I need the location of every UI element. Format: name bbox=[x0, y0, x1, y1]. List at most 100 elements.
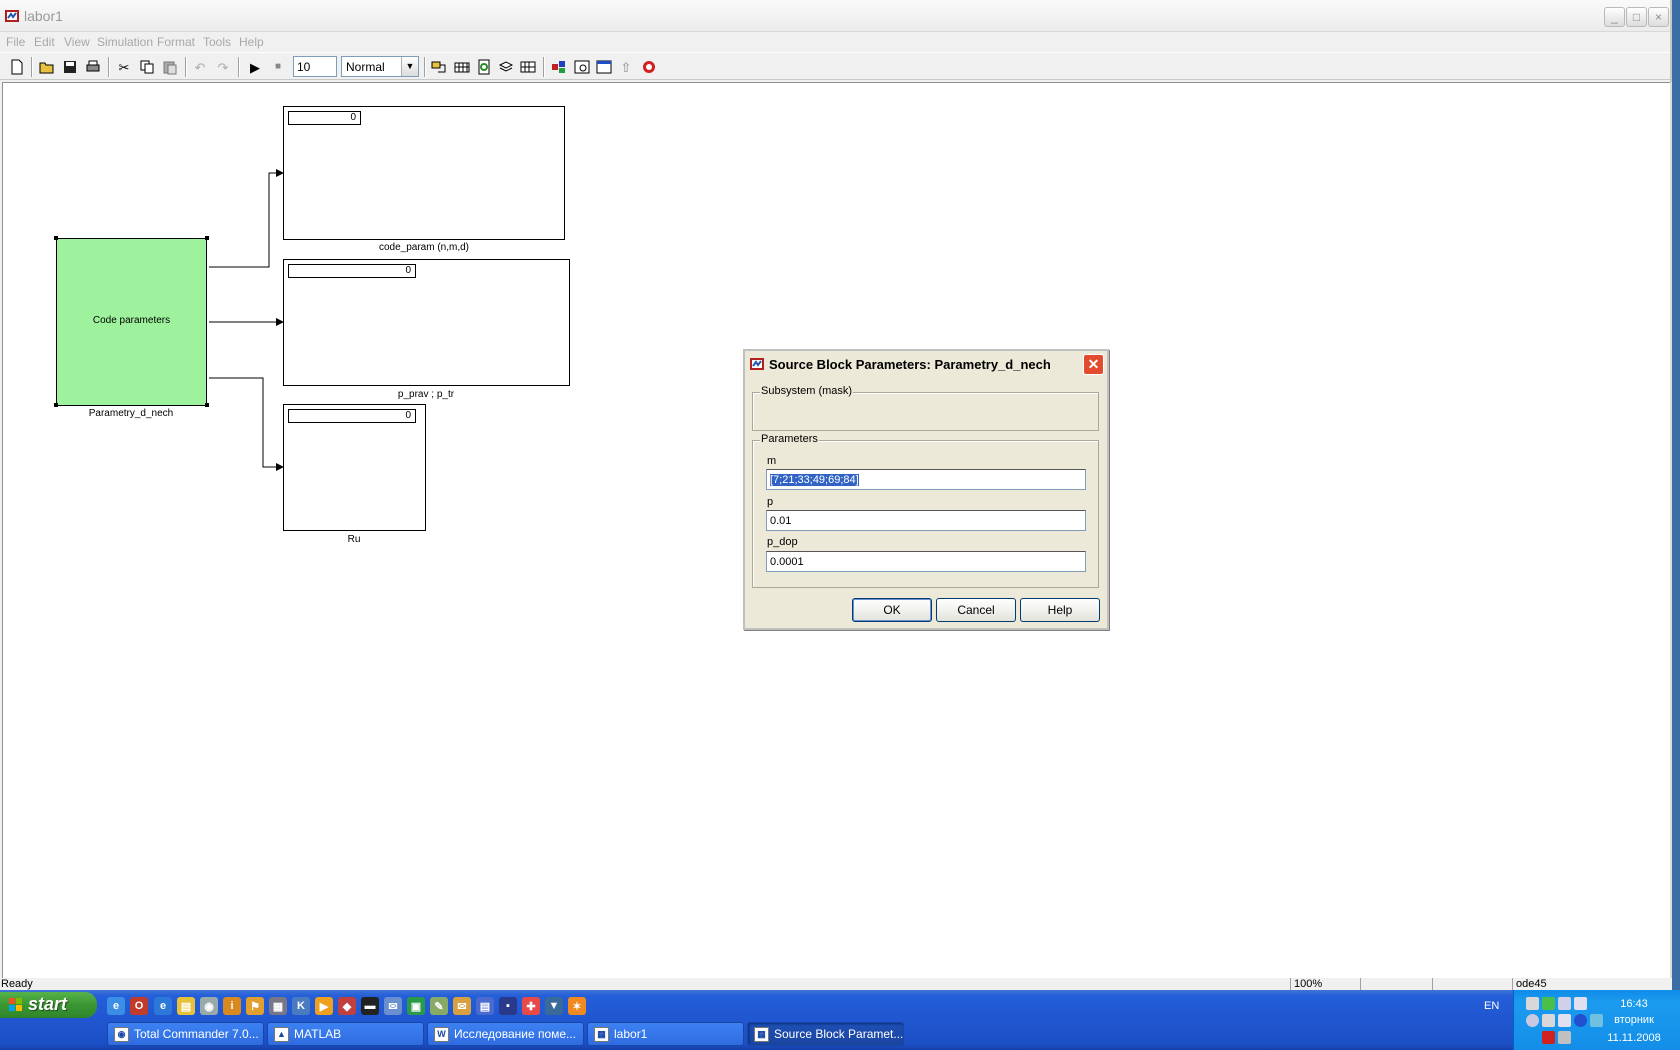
quicklaunch-app-icon[interactable]: ✉ bbox=[384, 997, 402, 1015]
update-diagram-icon[interactable] bbox=[429, 57, 449, 77]
task-matlab[interactable]: ▲ MATLAB bbox=[267, 1022, 424, 1046]
quicklaunch-browser-icon[interactable]: e bbox=[107, 997, 125, 1015]
display-label[interactable]: code_param (n,m,d) bbox=[379, 242, 469, 253]
quicklaunch-app-icon[interactable]: K bbox=[292, 997, 310, 1015]
task-total-commander[interactable]: ◉ Total Commander 7.0... bbox=[107, 1022, 264, 1046]
explorer-icon[interactable] bbox=[594, 57, 614, 77]
menu-edit[interactable]: Edit bbox=[34, 35, 55, 49]
quicklaunch-save-icon[interactable]: ▪ bbox=[499, 997, 517, 1015]
tray-network-icon[interactable] bbox=[1574, 997, 1587, 1010]
paste-icon[interactable] bbox=[160, 57, 180, 77]
tray-network-icon[interactable] bbox=[1558, 997, 1571, 1010]
display-label[interactable]: p_prav ; p_tr bbox=[398, 389, 454, 400]
copy-icon[interactable] bbox=[137, 57, 157, 77]
quicklaunch-app-icon[interactable]: ◆ bbox=[338, 997, 356, 1015]
close-button[interactable]: × bbox=[1648, 7, 1669, 27]
new-model-icon[interactable] bbox=[7, 57, 27, 77]
quicklaunch-app-icon[interactable]: ✶ bbox=[568, 997, 586, 1015]
quicklaunch-info-icon[interactable]: i bbox=[223, 997, 241, 1015]
quicklaunch-app-icon[interactable]: ▼ bbox=[545, 997, 563, 1015]
antivirus-icon[interactable] bbox=[1542, 1031, 1555, 1044]
minimize-button[interactable]: _ bbox=[1604, 7, 1625, 27]
tray-app-icon[interactable] bbox=[1558, 1031, 1571, 1044]
display-value: 0 bbox=[288, 409, 416, 423]
task-label: Total Commander 7.0... bbox=[134, 1027, 259, 1041]
model-browser-icon[interactable] bbox=[572, 57, 592, 77]
tray-network-icon[interactable] bbox=[1558, 1014, 1571, 1027]
library-browser-icon[interactable] bbox=[549, 57, 569, 77]
start-simulation-icon[interactable]: ▶ bbox=[245, 57, 265, 77]
quicklaunch-app-icon[interactable]: ▤ bbox=[476, 997, 494, 1015]
simulation-mode-select[interactable]: Normal ▼ bbox=[341, 56, 419, 77]
language-indicator[interactable]: EN bbox=[1484, 1000, 1499, 1012]
signal-line-code-param[interactable] bbox=[209, 169, 284, 268]
dialog-close-button[interactable]: ✕ bbox=[1083, 354, 1104, 375]
tray-network-icon[interactable] bbox=[1542, 1014, 1555, 1027]
ok-button[interactable]: OK bbox=[852, 598, 932, 622]
group-legend: Parameters bbox=[760, 433, 819, 445]
refresh-icon[interactable] bbox=[474, 57, 494, 77]
quicklaunch-app-icon[interactable]: ◉ bbox=[200, 997, 218, 1015]
quicklaunch-app-icon[interactable]: ⚑ bbox=[246, 997, 264, 1015]
quicklaunch-calculator-icon[interactable]: ▦ bbox=[269, 997, 287, 1015]
menu-file[interactable]: File bbox=[6, 35, 25, 49]
menu-simulation[interactable]: Simulation bbox=[97, 35, 153, 49]
maximize-button[interactable]: □ bbox=[1626, 7, 1647, 27]
layers-icon[interactable] bbox=[496, 57, 516, 77]
stop-time-input[interactable]: 10 bbox=[293, 56, 337, 77]
vertical-scrollbar[interactable] bbox=[1670, 82, 1672, 978]
bluetooth-icon[interactable] bbox=[1574, 1014, 1587, 1027]
open-icon[interactable] bbox=[37, 57, 57, 77]
task-labor1[interactable]: ▦ labor1 bbox=[587, 1022, 744, 1046]
quicklaunch-paint-icon[interactable]: ✚ bbox=[522, 997, 540, 1015]
task-word-document[interactable]: W Исследование поме... bbox=[427, 1022, 584, 1046]
clock-time[interactable]: 16:43 bbox=[1588, 998, 1680, 1010]
undo-icon[interactable]: ↶ bbox=[190, 57, 210, 77]
quicklaunch-folder-icon[interactable]: ▤ bbox=[177, 997, 195, 1015]
selection-handle[interactable] bbox=[54, 236, 58, 240]
tray-expand-icon[interactable] bbox=[1526, 1014, 1539, 1027]
menu-tools[interactable]: Tools bbox=[203, 35, 231, 49]
quicklaunch-ie-icon[interactable]: e bbox=[154, 997, 172, 1015]
chevron-down-icon[interactable]: ▼ bbox=[401, 57, 418, 76]
menu-help[interactable]: Help bbox=[239, 35, 264, 49]
quicklaunch-media-icon[interactable]: ▶ bbox=[315, 997, 333, 1015]
selection-handle[interactable] bbox=[54, 403, 58, 407]
menu-view[interactable]: View bbox=[64, 35, 90, 49]
cancel-button[interactable]: Cancel bbox=[936, 598, 1016, 622]
selection-handle[interactable] bbox=[205, 236, 209, 240]
grid-icon[interactable] bbox=[518, 57, 538, 77]
help-button[interactable]: Help bbox=[1020, 598, 1100, 622]
signal-line-ru[interactable] bbox=[209, 377, 284, 471]
param-input-p[interactable]: 0.01 bbox=[766, 510, 1086, 531]
debugger-icon[interactable] bbox=[639, 57, 659, 77]
menu-format[interactable]: Format bbox=[157, 35, 195, 49]
display-block-code-param[interactable]: 0 bbox=[283, 106, 565, 240]
task-source-block-parameters[interactable]: ▦ Source Block Paramet... bbox=[747, 1022, 904, 1046]
quicklaunch-app-icon[interactable]: ▣ bbox=[407, 997, 425, 1015]
build-icon[interactable] bbox=[452, 57, 472, 77]
cut-icon[interactable]: ✂ bbox=[114, 57, 134, 77]
print-icon[interactable] bbox=[83, 57, 103, 77]
quicklaunch-app-icon[interactable]: ✉ bbox=[453, 997, 471, 1015]
stop-simulation-icon[interactable]: ■ bbox=[268, 57, 288, 77]
param-input-p-dop[interactable]: 0.0001 bbox=[766, 551, 1086, 572]
zoom-level: 100% bbox=[1290, 978, 1360, 990]
subsystem-block[interactable]: Code parameters bbox=[56, 238, 207, 406]
param-input-m[interactable]: [7;21;33;49;69;84] bbox=[766, 469, 1086, 490]
display-label[interactable]: Ru bbox=[348, 534, 361, 545]
subsystem-name[interactable]: Parametry_d_nech bbox=[89, 408, 174, 419]
tray-app-icon[interactable] bbox=[1542, 997, 1555, 1010]
quicklaunch-terminal-icon[interactable]: ▬ bbox=[361, 997, 379, 1015]
display-block-ru[interactable]: 0 bbox=[283, 404, 426, 531]
selection-handle[interactable] bbox=[205, 403, 209, 407]
redo-icon[interactable]: ↷ bbox=[213, 57, 233, 77]
quicklaunch-app-icon[interactable]: ✎ bbox=[430, 997, 448, 1015]
go-to-parent-icon[interactable]: ⇧ bbox=[616, 57, 636, 77]
start-button[interactable]: start bbox=[0, 992, 97, 1018]
save-icon[interactable] bbox=[60, 57, 80, 77]
toolbar-separator bbox=[543, 57, 545, 77]
quicklaunch-opera-icon[interactable]: O bbox=[130, 997, 148, 1015]
tray-app-icon[interactable] bbox=[1526, 997, 1539, 1010]
display-block-p-prav[interactable]: 0 bbox=[283, 259, 570, 386]
